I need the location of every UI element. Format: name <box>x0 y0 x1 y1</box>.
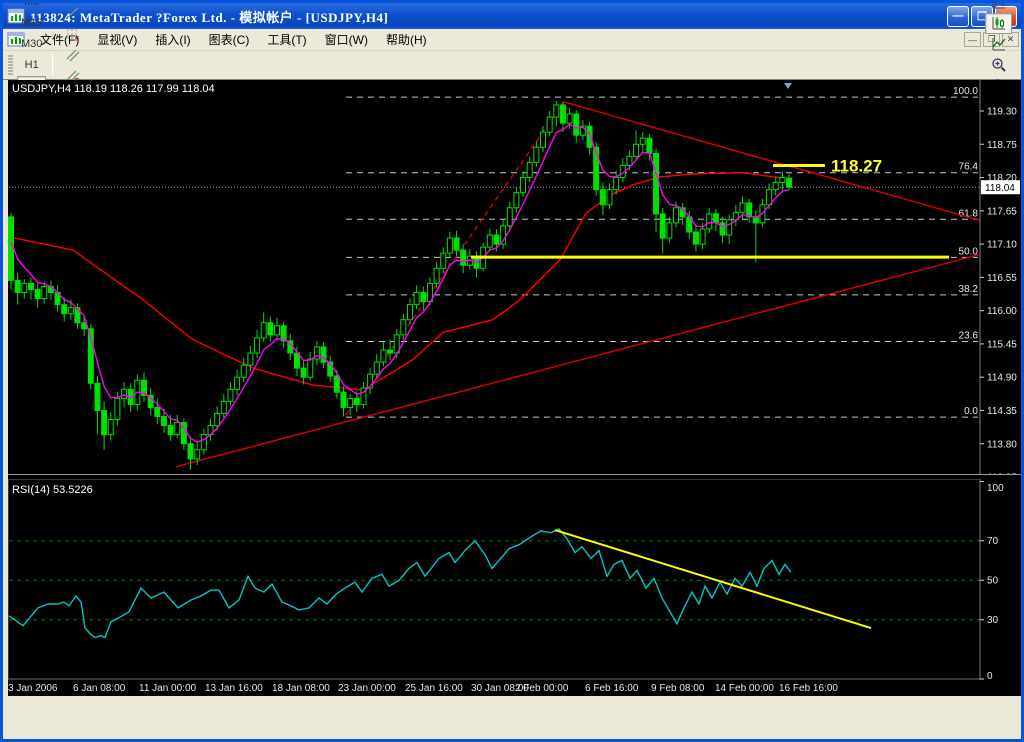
time-axis-label: 13 Jan 16:00 <box>205 683 263 694</box>
toolbar-grip[interactable] <box>8 54 13 76</box>
time-axis-label: 18 Jan 08:00 <box>272 683 330 694</box>
time-axis-label: 9 Feb 08:00 <box>651 683 705 694</box>
price-tick-label: 116.00 <box>987 306 1017 317</box>
window-title: 113824: MetaTrader ?Forex Ltd. - 模拟帐户 - … <box>30 9 389 25</box>
trendline-icon[interactable] <box>59 3 86 23</box>
price-chart[interactable]: 100.076.461.850.038.223.60.0118.27119.30… <box>8 80 1021 484</box>
fib-level-label: 100.0 <box>953 86 978 97</box>
time-axis-label: 23 Jan 00:00 <box>338 683 396 694</box>
time-axis-label: 11 Jan 00:00 <box>139 683 197 694</box>
fib-level-label: 23.6 <box>959 331 979 342</box>
rsi-tick-label: 50 <box>987 575 999 586</box>
bar-chart-icon[interactable] <box>985 3 1012 13</box>
candlestick-icon[interactable] <box>985 12 1012 34</box>
svg-text:F: F <box>75 36 79 42</box>
child-minimize-button[interactable]: — <box>964 32 981 47</box>
price-tick-label: 119.30 <box>987 107 1017 118</box>
price-tick-label: 118.75 <box>987 140 1017 151</box>
channel-icon[interactable] <box>59 44 86 65</box>
fibo-retracement-icon[interactable]: F <box>59 23 86 44</box>
time-axis-label: 6 Feb 16:00 <box>585 683 639 694</box>
menu-item-帮助[interactable]: 帮助(H) <box>377 30 436 50</box>
rsi-label: RSI(14) 53.5226 <box>12 484 93 496</box>
toolbar-separator <box>52 54 54 76</box>
menu-item-窗口[interactable]: 窗口(W) <box>316 30 377 50</box>
price-pane[interactable]: 100.0 76.4 61.8 50.0 38.2 23.6 0.0 118.27 119.30… <box>8 80 1021 484</box>
menu-item-显视[interactable]: 显视(V) <box>88 30 146 50</box>
timeframe-button-h1[interactable]: H1 <box>17 55 46 76</box>
rsi-pane[interactable]: 100 70 50 30 0 RSI(14) 53.5226 <box>7 478 1021 682</box>
rsi-tick-label: 0 <box>987 671 993 680</box>
rsi-tick-label: 30 <box>987 615 999 626</box>
price-tick-label: 117.10 <box>987 240 1017 251</box>
time-axis-label: 3 Jan 2006 <box>8 683 58 694</box>
ohlc-header: USDJPY,H4 118.19 118.26 117.99 118.04 <box>12 83 215 95</box>
time-axis-label: 25 Jan 16:00 <box>405 683 463 694</box>
price-tick-label: 114.35 <box>987 406 1017 417</box>
price-tick-label: 115.45 <box>987 339 1017 350</box>
timeframe-button-m5[interactable]: M5 <box>17 3 46 13</box>
fib-level-label: 76.4 <box>959 162 979 173</box>
time-axis[interactable]: 3 Jan 2006 6 Jan 08:00 11 Jan 00:00 13 Jan … <box>8 680 1021 696</box>
chart-client-area: 100.0 76.4 61.8 50.0 38.2 23.6 0.0 118.27 119.30… <box>3 80 1021 696</box>
timeframe-button-m15[interactable]: M15 <box>17 13 46 34</box>
fib-level-label: 0.0 <box>964 406 978 417</box>
time-axis-label: 2 Feb 00:00 <box>515 683 569 694</box>
price-tick-label: 116.55 <box>987 273 1017 284</box>
fib-level-label: 38.2 <box>959 284 979 295</box>
time-axis-label: 16 Feb 16:00 <box>779 683 838 694</box>
menu-item-工具[interactable]: 工具(T) <box>258 30 315 50</box>
current-price-value: 118.04 <box>985 183 1015 194</box>
time-axis-label: 6 Jan 08:00 <box>73 683 126 694</box>
menu-item-插入[interactable]: 插入(I) <box>146 30 199 50</box>
price-tick-label: 113.80 <box>987 439 1017 450</box>
menu-item-图表[interactable]: 图表(C) <box>200 30 259 50</box>
rsi-chart[interactable]: 100 70 50 30 0 RSI(14) 53.5226 <box>7 478 1021 682</box>
price-tick-label: 113.25 <box>987 473 1017 474</box>
price-tick-label: 117.65 <box>987 206 1017 217</box>
rsi-tick-label: 100 <box>987 483 1004 494</box>
price-tick-label: 114.90 <box>987 373 1017 384</box>
metatrader-window: 113824: MetaTrader ?Forex Ltd. - 模拟帐户 - … <box>0 0 1024 742</box>
title-bar: 113824: MetaTrader ?Forex Ltd. - 模拟帐户 - … <box>3 3 1021 29</box>
price-level-label: 118.27 <box>831 156 882 175</box>
timeframe-button-m30[interactable]: M30 <box>17 34 46 55</box>
minimize-button[interactable]: — <box>947 5 969 27</box>
menu-bar: 文件(F) 显视(V) 插入(I) 图表(C) 工具(T) 窗口(W) 帮助(H) — ❐ … <box>3 29 1021 51</box>
zoom-in-icon[interactable] <box>985 55 1012 76</box>
time-axis-label: 14 Feb 00:00 <box>715 683 774 694</box>
line-chart-icon[interactable] <box>985 34 1012 55</box>
rsi-tick-label: 70 <box>987 536 999 547</box>
toolbar: M1M5M15M30H1H4D1W1MN FF <box>3 3 1021 155</box>
